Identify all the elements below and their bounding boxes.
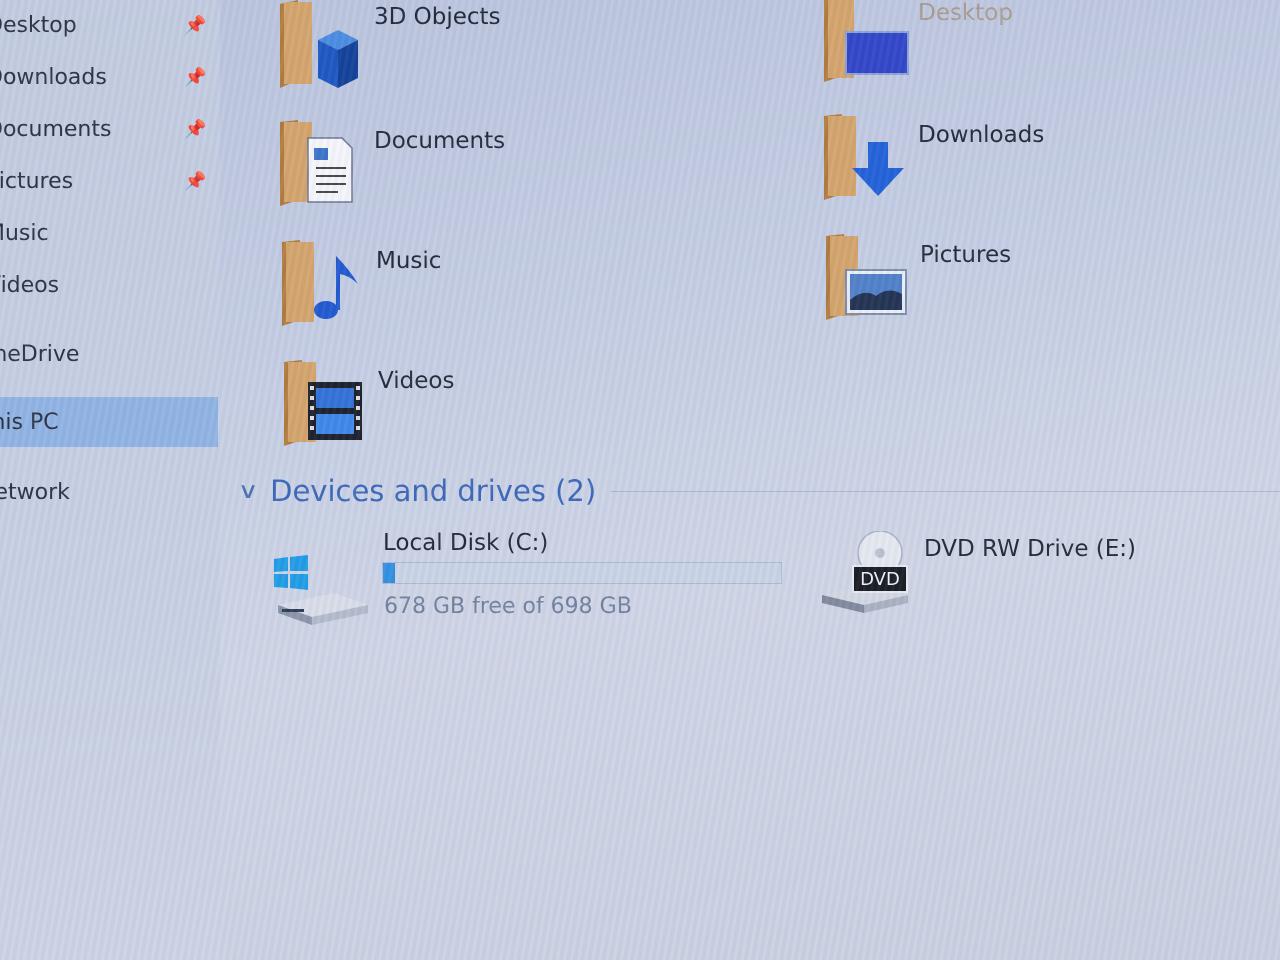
videos-folder-icon xyxy=(284,360,362,446)
drive-free-space: 678 GB free of 698 GB xyxy=(384,594,632,619)
nav-item-label: Documents xyxy=(0,116,112,142)
folder-3d-objects[interactable]: 3D Objects xyxy=(278,0,698,110)
drive-dvd-rw-e[interactable]: DVD DVD RW Drive (E:) xyxy=(812,525,1172,625)
drive-name: DVD RW Drive (E:) xyxy=(924,536,1137,562)
pictures-folder-icon xyxy=(826,234,907,320)
folder-downloads[interactable]: Downloads xyxy=(822,114,1242,224)
desktop-folder-icon xyxy=(824,0,909,82)
nav-item-label: OneDrive xyxy=(0,341,80,367)
folder-label: Documents xyxy=(374,128,506,154)
section-divider xyxy=(610,490,1280,492)
folder-label: 3D Objects xyxy=(374,4,501,30)
navigation-pane: Desktop 📌 Downloads 📌 Documents 📌 Pictur… xyxy=(0,0,220,960)
nav-item-label: Pictures xyxy=(0,168,74,194)
pin-icon: 📌 xyxy=(184,14,207,36)
folder-music[interactable]: Music xyxy=(280,240,700,350)
pin-icon: 📌 xyxy=(184,170,207,192)
folder-videos[interactable]: Videos xyxy=(282,360,702,470)
nav-item-pictures[interactable]: Pictures 📌 xyxy=(0,159,218,203)
nav-item-music[interactable]: Music xyxy=(0,211,218,255)
downloads-folder-icon xyxy=(824,114,904,200)
folder-label: Desktop xyxy=(918,0,1013,26)
pin-icon: 📌 xyxy=(184,118,207,140)
nav-item-network[interactable]: Network xyxy=(0,470,218,514)
documents-folder-icon xyxy=(280,120,353,206)
folder-documents[interactable]: Documents xyxy=(278,120,698,230)
nav-item-videos[interactable]: Videos xyxy=(0,263,218,307)
windows-drive-icon xyxy=(274,555,368,625)
folder-label: Pictures xyxy=(920,242,1012,268)
drive-name: Local Disk (C:) xyxy=(383,530,549,556)
nav-item-this-pc[interactable]: This PC xyxy=(0,397,218,447)
3d-objects-folder-icon xyxy=(280,0,358,88)
section-title: Devices and drives (2) xyxy=(270,474,597,508)
music-folder-icon xyxy=(282,240,358,326)
folder-label: Videos xyxy=(378,368,455,394)
nav-item-label: Desktop xyxy=(0,12,77,38)
nav-item-documents[interactable]: Documents 📌 xyxy=(0,107,218,151)
nav-item-label: Network xyxy=(0,479,70,505)
nav-item-downloads[interactable]: Downloads 📌 xyxy=(0,55,218,99)
pin-icon: 📌 xyxy=(184,66,207,88)
nav-item-label: Downloads xyxy=(0,64,107,90)
chevron-down-icon[interactable]: ∨ xyxy=(238,479,259,504)
nav-item-desktop[interactable]: Desktop 📌 xyxy=(0,3,218,47)
disk-usage-bar xyxy=(382,562,782,584)
folder-pictures[interactable]: Pictures xyxy=(824,234,1244,344)
nav-item-label: Videos xyxy=(0,272,60,298)
folder-desktop[interactable]: Desktop xyxy=(822,0,1242,110)
disk-usage-fill xyxy=(383,563,395,583)
folder-label: Music xyxy=(376,248,442,274)
nav-item-label: Music xyxy=(0,220,49,246)
folder-label: Downloads xyxy=(918,122,1045,148)
nav-item-label: This PC xyxy=(0,409,59,435)
nav-item-onedrive[interactable]: OneDrive xyxy=(0,332,218,376)
dvd-badge: DVD xyxy=(852,565,908,593)
devices-and-drives-header[interactable]: ∨ Devices and drives (2) xyxy=(238,470,1280,512)
